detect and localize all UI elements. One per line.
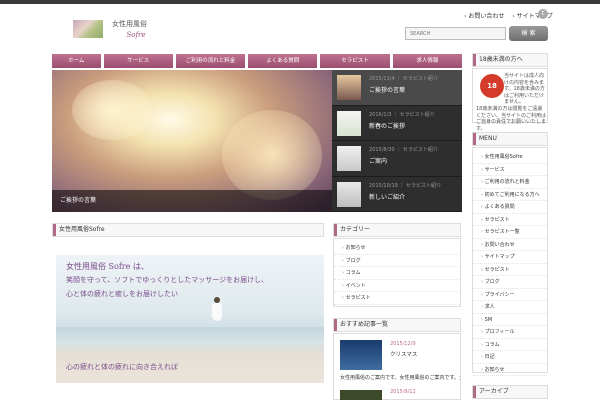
menu-item[interactable]: コラム bbox=[473, 339, 547, 351]
r18-icon: 18 bbox=[480, 74, 504, 98]
menu-item[interactable]: サイトマップ bbox=[473, 251, 547, 264]
feature-item[interactable]: 2015/11/4 ｜ セラピスト紹介 ご挨拶の言葉 bbox=[332, 70, 462, 106]
nav-item-recruit[interactable]: 求人情報 bbox=[392, 54, 462, 68]
image-text: 笑顔を守って、ソフトでゆっくりとしたマッサージをお届けし、 bbox=[66, 276, 269, 284]
nav-item-home[interactable]: ホーム bbox=[52, 54, 101, 68]
menu-item[interactable]: お知らせ bbox=[473, 364, 547, 376]
menu-item[interactable]: 求人 bbox=[473, 301, 547, 314]
slider-light bbox=[222, 110, 322, 200]
category-item[interactable]: イベント bbox=[334, 280, 460, 292]
image-text: 心と体の疲れと癒しをお届けしたい bbox=[66, 290, 178, 298]
feature-thumbnail bbox=[337, 110, 361, 136]
main-nav: ホーム サービス ご利用の流れと料金 よくある質問 セラピスト 求人情報 bbox=[52, 54, 462, 68]
search-input[interactable] bbox=[405, 27, 506, 40]
nav-item-service[interactable]: サービス bbox=[103, 54, 173, 68]
top-bar bbox=[0, 0, 600, 4]
recommend-date: 2015/12/9 bbox=[390, 341, 416, 347]
logo-title: 女性用風俗 bbox=[112, 20, 147, 28]
slider-light bbox=[72, 80, 152, 140]
menu-item[interactable]: セラピスト bbox=[473, 214, 547, 226]
menu-item[interactable]: セラピスト一覧 bbox=[473, 226, 547, 239]
menu-item[interactable]: ご利用の流れと料金 bbox=[473, 176, 547, 189]
recommend-thumbnail bbox=[340, 390, 382, 400]
feature-title: 新春のご挨拶 bbox=[369, 122, 406, 130]
menu-list: 女性用風俗Sofre サービス ご利用の流れと料金 初めてご利用になる方へ よく… bbox=[472, 147, 548, 376]
feature-category: セラピスト紹介 bbox=[406, 182, 442, 189]
feature-title: ご挨拶の言葉 bbox=[369, 87, 406, 94]
menu-item[interactable]: 初めてご利用になる方へ bbox=[473, 189, 547, 201]
search-button[interactable]: 検 索 bbox=[509, 26, 548, 41]
feature-thumbnail bbox=[337, 181, 361, 207]
recommend-title: クリスマス bbox=[390, 352, 418, 358]
main-image: 女性用風俗 Sofre は、 笑顔を守って、ソフトでゆっくりとしたマッサージをお… bbox=[56, 255, 324, 383]
slider-caption[interactable]: ご挨拶の言葉 bbox=[52, 190, 332, 212]
woman-figure bbox=[211, 297, 223, 327]
logo-subtitle: Sofre bbox=[126, 31, 146, 39]
feature-item[interactable]: 2016/1/3 ｜ セラピスト紹介 新春のご挨拶 bbox=[332, 106, 462, 141]
feature-date: 2015/10/19 bbox=[369, 182, 398, 189]
menu-item[interactable]: サービス bbox=[473, 164, 547, 176]
feature-category: セラピスト紹介 bbox=[402, 76, 438, 82]
feature-date: 2015/11/4 bbox=[369, 76, 395, 82]
menu-heading: MENU bbox=[472, 132, 548, 146]
main-heading: 女性用風俗Sofre bbox=[52, 223, 324, 237]
feature-thumbnail bbox=[337, 146, 361, 171]
r18-text: 18歳未満の方は閲覧をご遠慮ください。当サイトのご利用はご自身の責任でお願いいた… bbox=[476, 106, 547, 132]
feature-thumbnail bbox=[337, 75, 361, 100]
menu-item[interactable]: よくある質問 bbox=[473, 201, 547, 214]
nav-item-flow[interactable]: ご利用の流れと料金 bbox=[175, 54, 246, 68]
category-item[interactable]: コラム bbox=[334, 267, 460, 280]
logo-image[interactable] bbox=[73, 20, 103, 38]
recommend-heading: おすすめ記事一覧 bbox=[333, 318, 461, 332]
feature-title: ご案内 bbox=[369, 158, 388, 165]
feature-item[interactable]: 2015/10/19 ｜ セラピスト紹介 新しいご紹介 bbox=[332, 177, 462, 212]
nav-item-faq[interactable]: よくある質問 bbox=[248, 54, 318, 68]
menu-item[interactable]: セラピスト bbox=[473, 264, 547, 276]
image-text: 心の疲れと体の疲れに向き合えれば bbox=[66, 363, 178, 371]
sea bbox=[56, 327, 324, 345]
recommend-date: 2015/9/12 bbox=[390, 389, 416, 395]
menu-item[interactable]: 日記 bbox=[473, 351, 547, 364]
nav-item-therapist[interactable]: セラピスト bbox=[320, 54, 390, 68]
category-item[interactable]: お知らせ bbox=[334, 242, 460, 255]
feature-date: 2016/1/3 bbox=[369, 111, 392, 118]
categories-heading: カテゴリー bbox=[333, 223, 461, 237]
twitter-icon[interactable]: t bbox=[538, 9, 548, 19]
categories-list: お知らせ ブログ コラム イベント セラピスト bbox=[333, 238, 461, 307]
r18-text: 当サイトは成人向けの内容を含みます。18歳未満の方はご利用いただけません。 bbox=[504, 73, 545, 105]
category-item[interactable]: セラピスト bbox=[334, 292, 460, 305]
r18-heading: 18歳未満の方へ bbox=[472, 53, 548, 67]
feature-category: セラピスト紹介 bbox=[399, 111, 435, 118]
menu-item[interactable]: プライバシー bbox=[473, 289, 547, 301]
recommend-thumbnail bbox=[340, 340, 382, 370]
menu-item[interactable]: 女性用風俗Sofre bbox=[473, 151, 547, 164]
feature-date: 2015/8/30 bbox=[369, 147, 395, 153]
category-item[interactable]: ブログ bbox=[334, 255, 460, 267]
menu-item[interactable]: SM bbox=[473, 314, 547, 326]
feature-item[interactable]: 2015/8/30 ｜ セラピスト紹介 ご案内 bbox=[332, 141, 462, 177]
feature-title: 新しいご紹介 bbox=[369, 193, 406, 201]
logo[interactable]: 女性用風俗 Sofre bbox=[112, 19, 160, 39]
archive-heading: アーカイブ bbox=[472, 385, 548, 399]
image-text: 女性用風俗 Sofre は、 bbox=[66, 262, 149, 271]
recommend-excerpt: 女性用風俗のご案内です。女性用風俗のご案内です。女性用風俗のご案内です。女性用風… bbox=[340, 375, 460, 381]
hero-slider[interactable]: ご挨拶の言葉 bbox=[52, 70, 332, 212]
contact-link[interactable]: お問い合わせ bbox=[464, 11, 504, 20]
menu-item[interactable]: お問い合わせ bbox=[473, 239, 547, 251]
feature-category: セラピスト紹介 bbox=[402, 147, 438, 153]
menu-item[interactable]: ブログ bbox=[473, 276, 547, 289]
menu-item[interactable]: プロフィール bbox=[473, 326, 547, 339]
feature-list: 2015/11/4 ｜ セラピスト紹介 ご挨拶の言葉 2016/1/3 ｜ セラ… bbox=[332, 70, 462, 212]
